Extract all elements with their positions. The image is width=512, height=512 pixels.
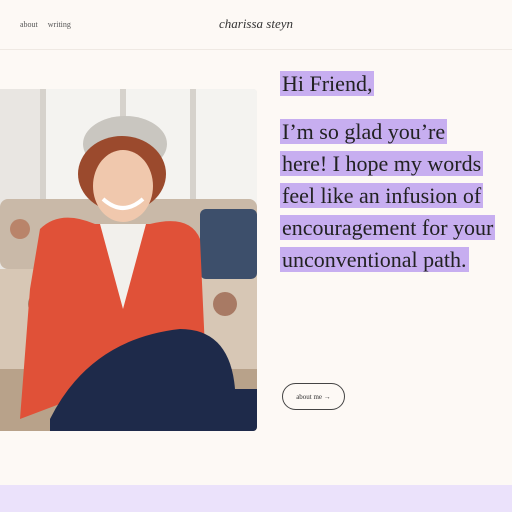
welcome-message: I’m so glad you’re here! I hope my words… xyxy=(280,116,496,276)
footer-band xyxy=(0,485,512,512)
greeting-text: Hi Friend, xyxy=(280,71,375,96)
portrait-photo xyxy=(0,89,257,431)
about-me-button[interactable]: about me → xyxy=(282,383,345,410)
welcome-message-text: I’m so glad you’re here! I hope my words… xyxy=(280,119,496,272)
site-title[interactable]: charissa steyn xyxy=(0,16,512,32)
site-header: about writing charissa steyn xyxy=(0,0,512,50)
greeting-heading: Hi Friend, xyxy=(280,68,495,100)
